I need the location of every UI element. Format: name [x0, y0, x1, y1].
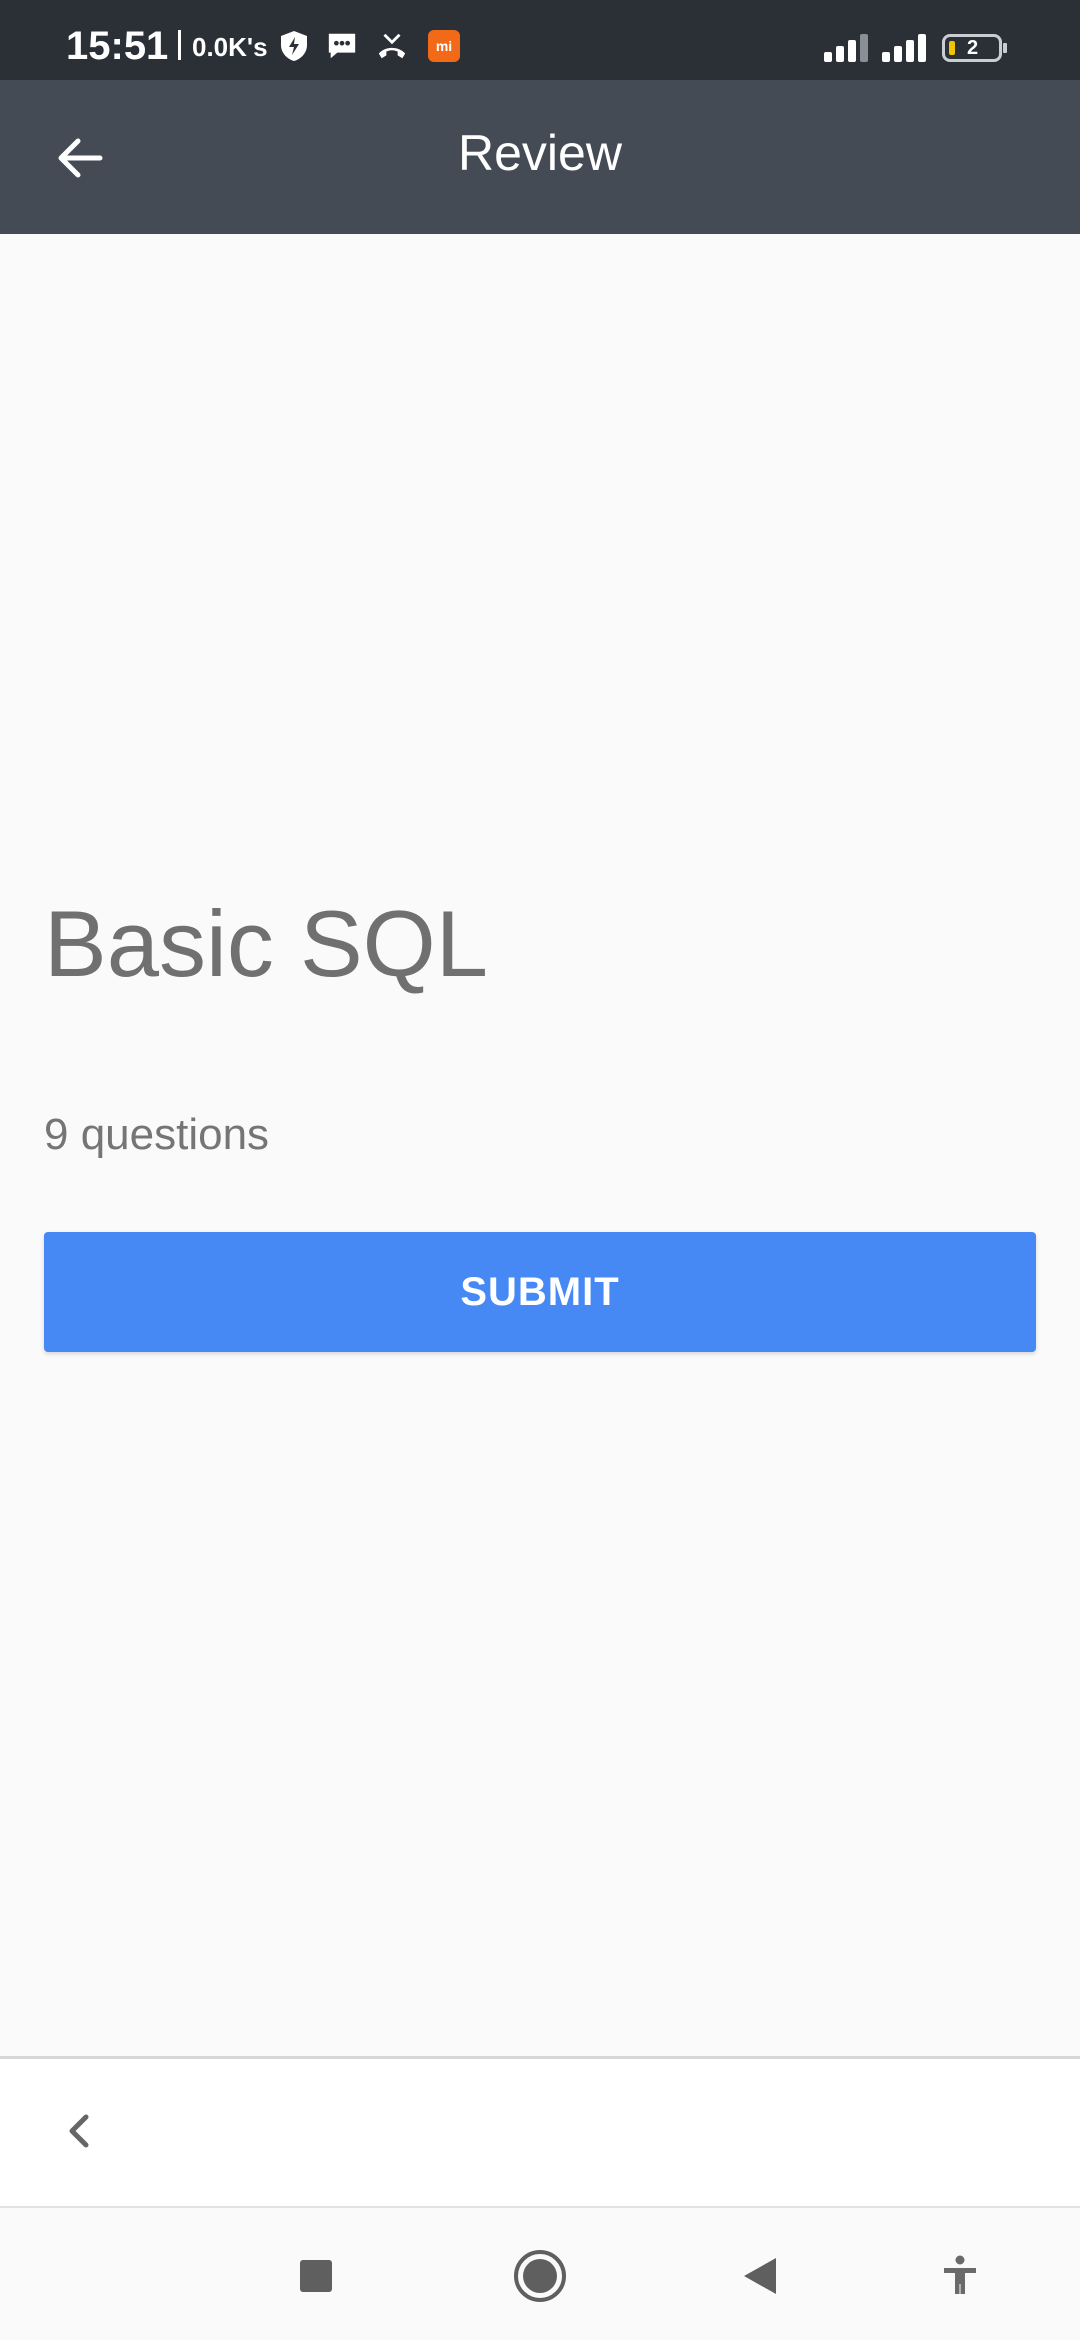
signal-icon	[824, 34, 868, 62]
battery-icon: 2	[942, 34, 1007, 62]
status-time: 15:51	[66, 24, 169, 68]
system-nav-bar	[0, 2208, 1080, 2340]
recents-button[interactable]	[284, 2244, 348, 2308]
accessibility-icon	[944, 2255, 976, 2294]
mi-app-icon: mi	[428, 30, 460, 62]
quiz-title: Basic SQL	[44, 891, 489, 996]
submit-button[interactable]: SUBMIT	[44, 1232, 1036, 1352]
app-bar: Review	[0, 80, 1080, 234]
home-circle-icon	[514, 2250, 566, 2302]
back-nav-button[interactable]	[728, 2244, 792, 2308]
previous-button[interactable]	[40, 2091, 120, 2171]
missed-call-icon	[376, 30, 408, 62]
chevron-left-icon	[69, 2114, 89, 2148]
status-separator	[178, 30, 181, 60]
page-title: Review	[458, 125, 622, 181]
recents-square-icon	[300, 2260, 332, 2292]
status-bar: 15:51 0.0K's mi 2	[0, 0, 1080, 80]
signal-icon	[882, 34, 926, 62]
bottom-bar	[0, 2056, 1080, 2208]
accessibility-button[interactable]	[928, 2244, 992, 2308]
question-count: 9 questions	[44, 1110, 270, 1159]
network-speed: 0.0K's	[192, 32, 268, 62]
shield-bolt-icon	[278, 30, 310, 62]
message-icon	[326, 30, 358, 62]
home-button[interactable]	[508, 2244, 572, 2308]
back-triangle-icon	[744, 2258, 776, 2294]
battery-level: 2	[967, 37, 979, 59]
